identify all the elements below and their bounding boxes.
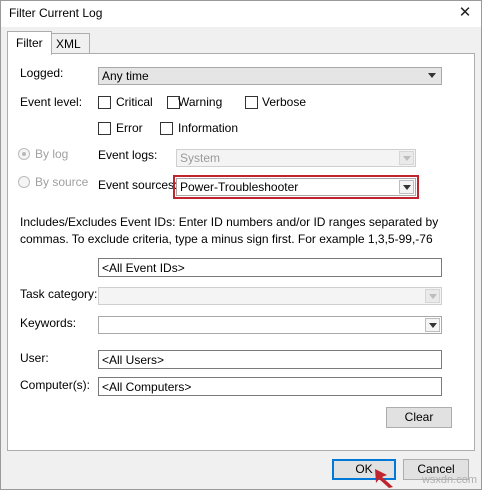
watermark: wsxdn.com bbox=[421, 474, 477, 486]
event-sources-value: Power-Troubleshooter bbox=[180, 180, 299, 194]
event-logs-value: System bbox=[180, 151, 221, 165]
chevron-down-icon bbox=[425, 69, 440, 83]
chevron-down-icon bbox=[425, 318, 440, 332]
by-log-radio[interactable] bbox=[18, 148, 30, 160]
logged-dropdown[interactable]: Any time bbox=[98, 67, 442, 85]
warning-label: Warning bbox=[178, 95, 223, 109]
by-source-radio[interactable] bbox=[18, 176, 30, 188]
close-icon[interactable]: ✕ bbox=[455, 3, 475, 23]
event-sources-label: Event sources: bbox=[98, 178, 178, 192]
event-ids-value: <All Event IDs> bbox=[102, 261, 185, 275]
critical-checkbox[interactable] bbox=[98, 96, 111, 109]
critical-label: Critical bbox=[116, 95, 153, 109]
clear-button[interactable]: Clear bbox=[386, 407, 452, 428]
keywords-dropdown[interactable] bbox=[98, 316, 442, 334]
chevron-down-icon bbox=[399, 180, 414, 194]
event-level-label: Event level: bbox=[20, 95, 83, 109]
task-category-dropdown[interactable] bbox=[98, 287, 442, 305]
logged-label: Logged: bbox=[20, 66, 64, 80]
computers-value: <All Computers> bbox=[102, 380, 192, 394]
user-label: User: bbox=[20, 351, 49, 365]
tab-xml[interactable]: XML bbox=[47, 33, 90, 55]
user-input[interactable]: <All Users> bbox=[98, 350, 442, 369]
chevron-down-icon bbox=[425, 289, 440, 303]
computers-input[interactable]: <All Computers> bbox=[98, 377, 442, 396]
event-ids-input[interactable]: <All Event IDs> bbox=[98, 258, 442, 277]
error-label: Error bbox=[116, 121, 143, 135]
logged-value: Any time bbox=[102, 69, 149, 83]
event-sources-dropdown[interactable]: Power-Troubleshooter bbox=[176, 178, 416, 196]
information-label: Information bbox=[178, 121, 239, 135]
verbose-checkbox[interactable] bbox=[245, 96, 258, 109]
event-ids-description: Includes/Excludes Event IDs: Enter ID nu… bbox=[20, 215, 439, 246]
information-checkbox[interactable] bbox=[160, 122, 173, 135]
window-title: Filter Current Log bbox=[9, 6, 103, 20]
verbose-label: Verbose bbox=[262, 95, 307, 109]
by-log-label: By log bbox=[35, 147, 69, 161]
computers-label: Computer(s): bbox=[20, 378, 91, 392]
error-checkbox[interactable] bbox=[98, 122, 111, 135]
event-logs-dropdown[interactable]: System bbox=[176, 149, 416, 167]
chevron-down-icon bbox=[399, 151, 414, 165]
title-bar: Filter Current Log ✕ bbox=[1, 1, 481, 27]
by-source-label: By source bbox=[35, 175, 89, 189]
user-value: <All Users> bbox=[102, 353, 165, 367]
filter-panel: Logged: Any time Event level: Critical W… bbox=[7, 53, 475, 451]
arrow-pointer-icon bbox=[375, 469, 393, 488]
filter-dialog: Filter Current Log ✕ Filter XML Logged: … bbox=[0, 0, 482, 490]
tab-filter[interactable]: Filter bbox=[7, 31, 52, 55]
event-logs-label: Event logs: bbox=[98, 148, 158, 162]
keywords-label: Keywords: bbox=[20, 316, 77, 330]
task-category-label: Task category: bbox=[20, 287, 98, 301]
